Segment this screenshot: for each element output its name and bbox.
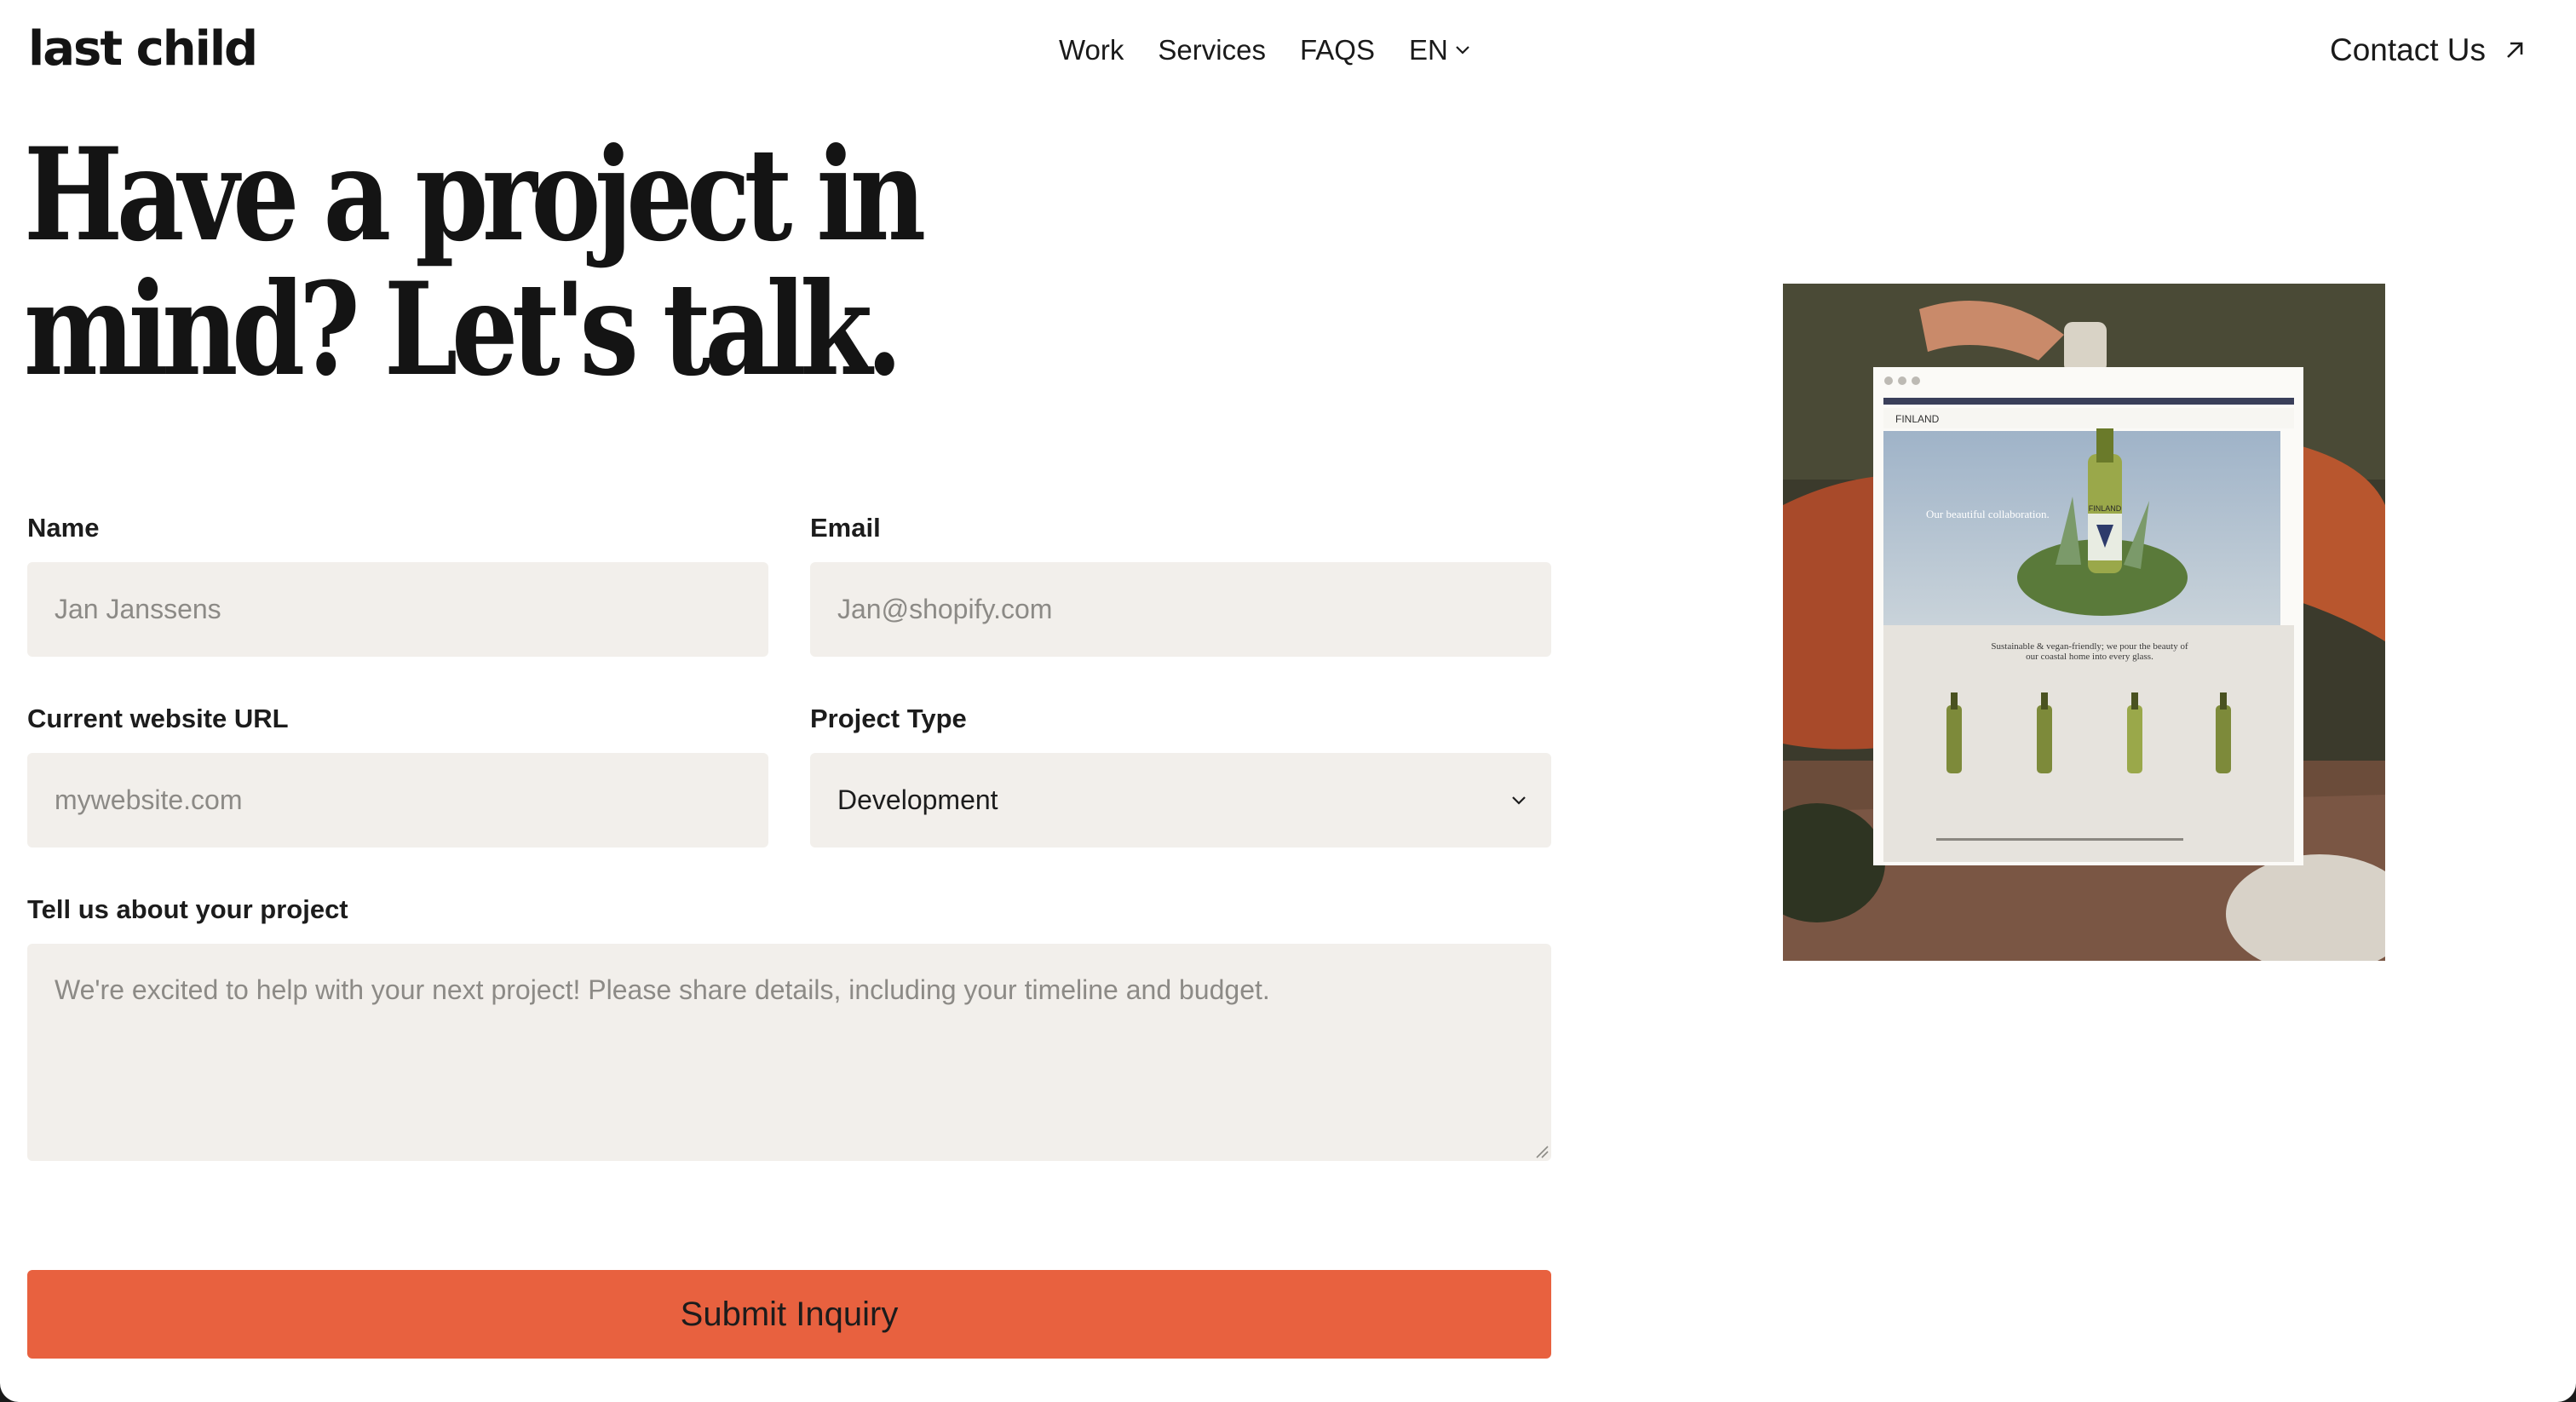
nav-item-services[interactable]: Services	[1158, 31, 1266, 70]
name-input[interactable]	[27, 562, 768, 657]
chevron-down-icon	[1456, 46, 1469, 55]
mockup-hero-text: Our beautiful collaboration.	[1926, 508, 2050, 520]
submit-inquiry-button[interactable]: Submit Inquiry	[27, 1270, 1551, 1359]
showcase-image: FINLAND Our beautiful collaboration. FIN…	[1783, 284, 2385, 961]
contact-us-label: Contact Us	[2329, 32, 2486, 67]
project-details-textarea[interactable]	[27, 944, 1551, 1161]
website-url-input[interactable]	[27, 753, 768, 848]
resize-handle-icon[interactable]	[1535, 1145, 1549, 1158]
contact-page: last child Work Services FAQS EN Contact…	[0, 0, 2576, 1402]
project-details-label: Tell us about your project	[27, 894, 348, 924]
email-input[interactable]	[810, 562, 1551, 657]
page-title: Have a project in mind? Let's talk.	[24, 120, 926, 405]
logo[interactable]: last child	[28, 22, 258, 77]
chevron-down-icon	[1512, 796, 1526, 805]
email-label: Email	[810, 513, 881, 543]
arrow-up-right-icon	[2507, 42, 2523, 58]
page-title-line-1: Have a project in	[24, 120, 926, 270]
project-type-select[interactable]: Development	[810, 753, 1551, 848]
page-title-line-2: mind? Let's talk.	[24, 255, 903, 405]
main-nav: Work Services FAQS EN	[1059, 31, 1470, 70]
bottle-label: FINLAND	[2089, 504, 2122, 513]
project-type-label: Project Type	[810, 704, 967, 733]
language-selector[interactable]: EN	[1409, 31, 1470, 70]
website-url-label: Current website URL	[27, 704, 289, 733]
language-label: EN	[1408, 34, 1448, 66]
mockup-brand: FINLAND	[1895, 413, 1940, 425]
project-type-value: Development	[837, 784, 998, 815]
showcase-scene: FINLAND Our beautiful collaboration. FIN…	[1783, 284, 2385, 961]
nav-item-faqs[interactable]: FAQS	[1300, 31, 1375, 70]
contact-us-link[interactable]: Contact Us	[2330, 29, 2525, 72]
mockup-tagline: Sustainable & vegan-friendly; we pour th…	[1991, 641, 2188, 662]
nav-item-work[interactable]: Work	[1059, 31, 1124, 70]
name-label: Name	[27, 513, 100, 543]
